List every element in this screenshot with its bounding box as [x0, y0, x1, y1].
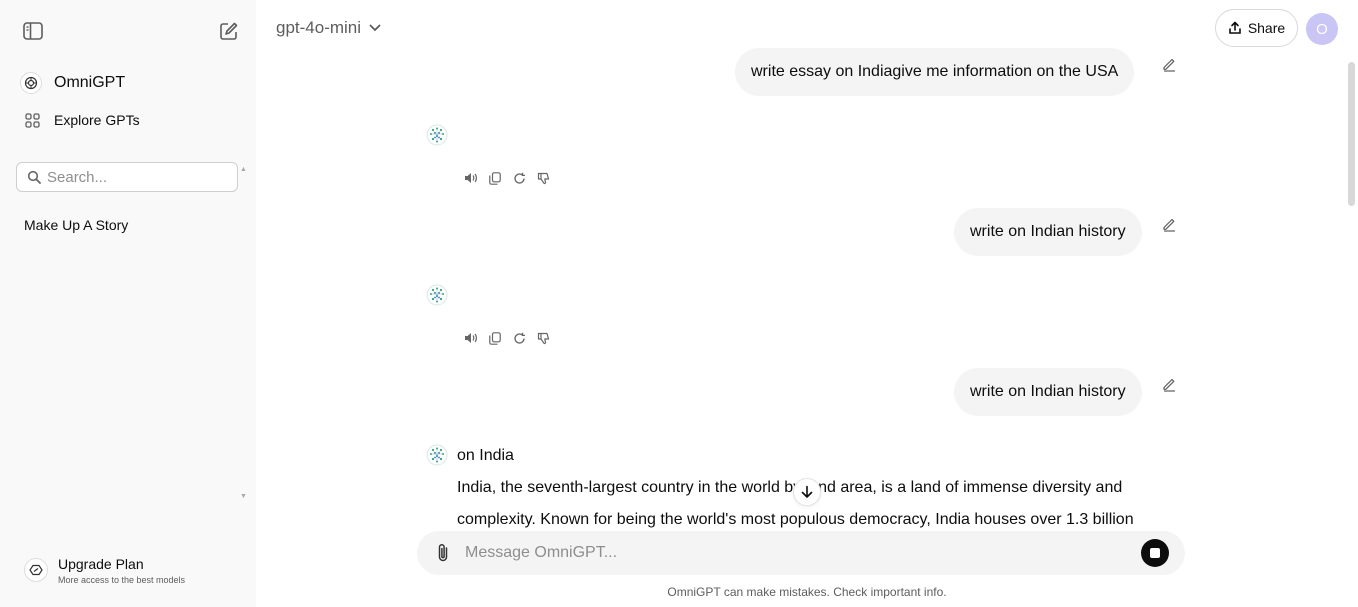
message-actions	[464, 331, 550, 345]
model-selector[interactable]: gpt-4o-mini	[276, 18, 381, 38]
scrollbar[interactable]	[1348, 62, 1355, 206]
sidebar-item-explore-gpts[interactable]: Explore GPTs	[16, 106, 240, 134]
thumbs-down-icon[interactable]	[536, 331, 550, 345]
grid-icon	[25, 112, 40, 128]
regenerate-icon[interactable]	[512, 171, 526, 185]
sidebar-item-label: OmniGPT	[54, 74, 126, 91]
user-message: write on Indian history	[954, 208, 1142, 256]
upgrade-title: Upgrade Plan	[58, 556, 144, 572]
upgrade-subtitle: More access to the best models	[58, 575, 186, 585]
thumbs-down-icon[interactable]	[536, 171, 550, 185]
sidebar-item-omnigpt[interactable]: OmniGPT	[16, 68, 240, 98]
search-icon	[27, 170, 41, 184]
speaker-icon[interactable]	[464, 171, 478, 185]
edit-message-icon[interactable]	[1161, 56, 1177, 72]
message-input[interactable]	[465, 544, 1115, 562]
search-box	[16, 162, 238, 192]
new-chat-icon[interactable]	[217, 19, 241, 43]
composer	[417, 531, 1185, 575]
openai-logo-icon	[20, 72, 42, 94]
share-button[interactable]: Share	[1215, 9, 1298, 47]
chevron-down-icon	[369, 24, 381, 32]
share-icon	[1228, 21, 1242, 35]
copy-icon[interactable]	[488, 171, 502, 185]
arrow-down-icon	[801, 485, 813, 498]
share-label: Share	[1247, 20, 1286, 36]
upgrade-icon	[24, 558, 48, 582]
assistant-message-heading: on India	[457, 447, 514, 464]
sidebar-item-label: Explore GPTs	[54, 112, 140, 128]
stop-icon	[1150, 548, 1160, 558]
history-item[interactable]: Make Up A Story	[24, 217, 128, 233]
edit-message-icon[interactable]	[1161, 376, 1177, 392]
assistant-avatar-icon	[426, 124, 448, 146]
search-input[interactable]	[47, 168, 227, 186]
model-label: gpt-4o-mini	[276, 18, 362, 37]
upgrade-plan-button[interactable]: Upgrade Plan More access to the best mod…	[24, 556, 185, 585]
copy-icon[interactable]	[488, 331, 502, 345]
avatar[interactable]: O	[1306, 13, 1338, 45]
disclaimer: OmniGPT can make mistakes. Check importa…	[667, 585, 947, 599]
scroll-up-arrow-icon[interactable]: ▲	[240, 166, 247, 173]
stop-generating-button[interactable]	[1141, 539, 1169, 567]
regenerate-icon[interactable]	[512, 331, 526, 345]
sidebar: OmniGPT Explore GPTs ▲ ▼ Make Up A Story…	[0, 0, 256, 607]
user-message: write essay on Indiagive me information …	[735, 48, 1135, 96]
paperclip-icon[interactable]	[433, 543, 453, 563]
toggle-sidebar-icon[interactable]	[21, 19, 45, 43]
edit-message-icon[interactable]	[1161, 216, 1177, 232]
assistant-avatar-icon	[426, 284, 448, 306]
assistant-avatar-icon	[426, 444, 448, 466]
user-message: write on Indian history	[954, 368, 1142, 416]
scroll-down-arrow-icon[interactable]: ▼	[240, 493, 247, 500]
message-actions	[464, 171, 550, 185]
speaker-icon[interactable]	[464, 331, 478, 345]
scroll-to-bottom-button[interactable]	[793, 478, 821, 506]
assistant-message-text: India, the seventh-largest country in th…	[457, 479, 1134, 528]
main-area: gpt-4o-mini Share O write essay on India…	[256, 0, 1358, 607]
